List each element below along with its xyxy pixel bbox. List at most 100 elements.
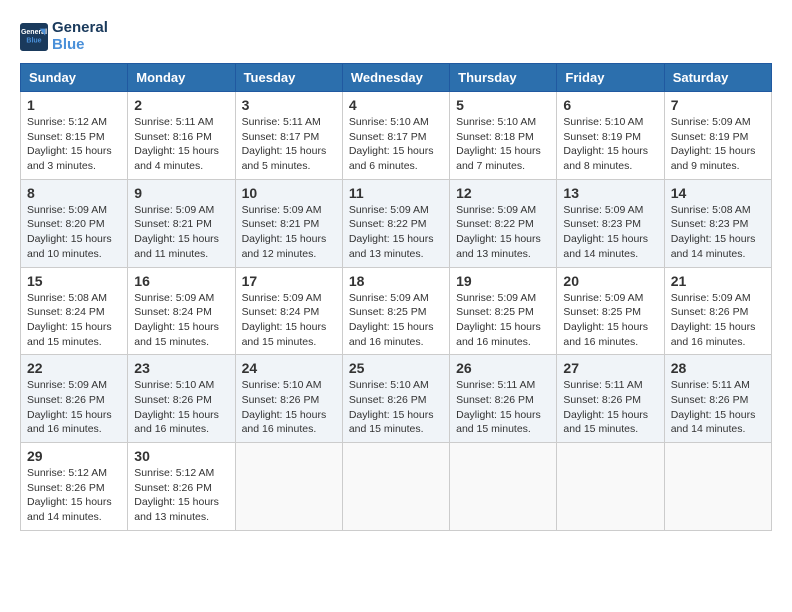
- day-info: Sunrise: 5:09 AM Sunset: 8:26 PM Dayligh…: [671, 291, 765, 350]
- day-number: 11: [349, 185, 443, 201]
- calendar-cell: [450, 443, 557, 531]
- calendar-cell: 24 Sunrise: 5:10 AM Sunset: 8:26 PM Dayl…: [235, 355, 342, 443]
- week-row-2: 8 Sunrise: 5:09 AM Sunset: 8:20 PM Dayli…: [21, 179, 772, 267]
- day-info: Sunrise: 5:09 AM Sunset: 8:25 PM Dayligh…: [349, 291, 443, 350]
- day-info: Sunrise: 5:12 AM Sunset: 8:26 PM Dayligh…: [27, 466, 121, 525]
- day-number: 15: [27, 273, 121, 289]
- calendar-cell: 27 Sunrise: 5:11 AM Sunset: 8:26 PM Dayl…: [557, 355, 664, 443]
- day-info: Sunrise: 5:10 AM Sunset: 8:18 PM Dayligh…: [456, 115, 550, 174]
- day-info: Sunrise: 5:09 AM Sunset: 8:21 PM Dayligh…: [242, 203, 336, 262]
- day-number: 20: [563, 273, 657, 289]
- day-info: Sunrise: 5:10 AM Sunset: 8:19 PM Dayligh…: [563, 115, 657, 174]
- calendar-cell: 2 Sunrise: 5:11 AM Sunset: 8:16 PM Dayli…: [128, 92, 235, 180]
- logo-text: General Blue: [52, 20, 108, 53]
- day-number: 27: [563, 360, 657, 376]
- header-sunday: Sunday: [21, 64, 128, 92]
- header-monday: Monday: [128, 64, 235, 92]
- day-number: 28: [671, 360, 765, 376]
- week-row-3: 15 Sunrise: 5:08 AM Sunset: 8:24 PM Dayl…: [21, 267, 772, 355]
- day-number: 25: [349, 360, 443, 376]
- day-number: 16: [134, 273, 228, 289]
- calendar-cell: 28 Sunrise: 5:11 AM Sunset: 8:26 PM Dayl…: [664, 355, 771, 443]
- day-number: 9: [134, 185, 228, 201]
- day-number: 4: [349, 97, 443, 113]
- day-number: 12: [456, 185, 550, 201]
- calendar-cell: 10 Sunrise: 5:09 AM Sunset: 8:21 PM Dayl…: [235, 179, 342, 267]
- calendar-cell: 19 Sunrise: 5:09 AM Sunset: 8:25 PM Dayl…: [450, 267, 557, 355]
- calendar-cell: [235, 443, 342, 531]
- day-info: Sunrise: 5:09 AM Sunset: 8:21 PM Dayligh…: [134, 203, 228, 262]
- calendar-cell: [664, 443, 771, 531]
- logo-icon: General Blue: [20, 23, 48, 51]
- day-number: 7: [671, 97, 765, 113]
- day-number: 13: [563, 185, 657, 201]
- day-info: Sunrise: 5:09 AM Sunset: 8:24 PM Dayligh…: [134, 291, 228, 350]
- day-info: Sunrise: 5:10 AM Sunset: 8:26 PM Dayligh…: [242, 378, 336, 437]
- week-row-5: 29 Sunrise: 5:12 AM Sunset: 8:26 PM Dayl…: [21, 443, 772, 531]
- day-info: Sunrise: 5:09 AM Sunset: 8:19 PM Dayligh…: [671, 115, 765, 174]
- day-number: 18: [349, 273, 443, 289]
- calendar-cell: 6 Sunrise: 5:10 AM Sunset: 8:19 PM Dayli…: [557, 92, 664, 180]
- calendar-cell: 4 Sunrise: 5:10 AM Sunset: 8:17 PM Dayli…: [342, 92, 449, 180]
- calendar-cell: 8 Sunrise: 5:09 AM Sunset: 8:20 PM Dayli…: [21, 179, 128, 267]
- day-info: Sunrise: 5:11 AM Sunset: 8:26 PM Dayligh…: [456, 378, 550, 437]
- header-row: SundayMondayTuesdayWednesdayThursdayFrid…: [21, 64, 772, 92]
- day-number: 29: [27, 448, 121, 464]
- logo: General Blue General Blue: [20, 20, 108, 53]
- week-row-1: 1 Sunrise: 5:12 AM Sunset: 8:15 PM Dayli…: [21, 92, 772, 180]
- day-info: Sunrise: 5:11 AM Sunset: 8:17 PM Dayligh…: [242, 115, 336, 174]
- calendar-cell: 15 Sunrise: 5:08 AM Sunset: 8:24 PM Dayl…: [21, 267, 128, 355]
- day-info: Sunrise: 5:11 AM Sunset: 8:26 PM Dayligh…: [563, 378, 657, 437]
- day-number: 19: [456, 273, 550, 289]
- calendar-cell: 29 Sunrise: 5:12 AM Sunset: 8:26 PM Dayl…: [21, 443, 128, 531]
- day-info: Sunrise: 5:12 AM Sunset: 8:15 PM Dayligh…: [27, 115, 121, 174]
- day-number: 14: [671, 185, 765, 201]
- day-info: Sunrise: 5:09 AM Sunset: 8:23 PM Dayligh…: [563, 203, 657, 262]
- calendar-cell: [557, 443, 664, 531]
- day-number: 5: [456, 97, 550, 113]
- day-info: Sunrise: 5:10 AM Sunset: 8:26 PM Dayligh…: [134, 378, 228, 437]
- day-info: Sunrise: 5:09 AM Sunset: 8:26 PM Dayligh…: [27, 378, 121, 437]
- calendar-cell: 11 Sunrise: 5:09 AM Sunset: 8:22 PM Dayl…: [342, 179, 449, 267]
- calendar-cell: 26 Sunrise: 5:11 AM Sunset: 8:26 PM Dayl…: [450, 355, 557, 443]
- day-number: 8: [27, 185, 121, 201]
- calendar-cell: 16 Sunrise: 5:09 AM Sunset: 8:24 PM Dayl…: [128, 267, 235, 355]
- week-row-4: 22 Sunrise: 5:09 AM Sunset: 8:26 PM Dayl…: [21, 355, 772, 443]
- day-info: Sunrise: 5:09 AM Sunset: 8:25 PM Dayligh…: [563, 291, 657, 350]
- calendar-cell: 30 Sunrise: 5:12 AM Sunset: 8:26 PM Dayl…: [128, 443, 235, 531]
- day-number: 23: [134, 360, 228, 376]
- calendar-cell: 21 Sunrise: 5:09 AM Sunset: 8:26 PM Dayl…: [664, 267, 771, 355]
- day-number: 26: [456, 360, 550, 376]
- day-info: Sunrise: 5:09 AM Sunset: 8:24 PM Dayligh…: [242, 291, 336, 350]
- day-number: 2: [134, 97, 228, 113]
- calendar-cell: 13 Sunrise: 5:09 AM Sunset: 8:23 PM Dayl…: [557, 179, 664, 267]
- header-wednesday: Wednesday: [342, 64, 449, 92]
- day-number: 22: [27, 360, 121, 376]
- day-info: Sunrise: 5:09 AM Sunset: 8:20 PM Dayligh…: [27, 203, 121, 262]
- calendar-cell: 20 Sunrise: 5:09 AM Sunset: 8:25 PM Dayl…: [557, 267, 664, 355]
- svg-text:Blue: Blue: [26, 37, 41, 44]
- day-number: 10: [242, 185, 336, 201]
- day-info: Sunrise: 5:09 AM Sunset: 8:22 PM Dayligh…: [349, 203, 443, 262]
- calendar-table: SundayMondayTuesdayWednesdayThursdayFrid…: [20, 63, 772, 531]
- day-info: Sunrise: 5:08 AM Sunset: 8:24 PM Dayligh…: [27, 291, 121, 350]
- day-number: 6: [563, 97, 657, 113]
- calendar-cell: [342, 443, 449, 531]
- day-info: Sunrise: 5:09 AM Sunset: 8:25 PM Dayligh…: [456, 291, 550, 350]
- calendar-cell: 17 Sunrise: 5:09 AM Sunset: 8:24 PM Dayl…: [235, 267, 342, 355]
- header: General Blue General Blue: [20, 20, 772, 53]
- calendar-cell: 25 Sunrise: 5:10 AM Sunset: 8:26 PM Dayl…: [342, 355, 449, 443]
- calendar-cell: 5 Sunrise: 5:10 AM Sunset: 8:18 PM Dayli…: [450, 92, 557, 180]
- day-number: 17: [242, 273, 336, 289]
- day-number: 3: [242, 97, 336, 113]
- header-saturday: Saturday: [664, 64, 771, 92]
- day-info: Sunrise: 5:09 AM Sunset: 8:22 PM Dayligh…: [456, 203, 550, 262]
- day-info: Sunrise: 5:12 AM Sunset: 8:26 PM Dayligh…: [134, 466, 228, 525]
- calendar-cell: 3 Sunrise: 5:11 AM Sunset: 8:17 PM Dayli…: [235, 92, 342, 180]
- header-friday: Friday: [557, 64, 664, 92]
- day-info: Sunrise: 5:10 AM Sunset: 8:26 PM Dayligh…: [349, 378, 443, 437]
- day-number: 24: [242, 360, 336, 376]
- day-info: Sunrise: 5:11 AM Sunset: 8:16 PM Dayligh…: [134, 115, 228, 174]
- header-thursday: Thursday: [450, 64, 557, 92]
- calendar-cell: 7 Sunrise: 5:09 AM Sunset: 8:19 PM Dayli…: [664, 92, 771, 180]
